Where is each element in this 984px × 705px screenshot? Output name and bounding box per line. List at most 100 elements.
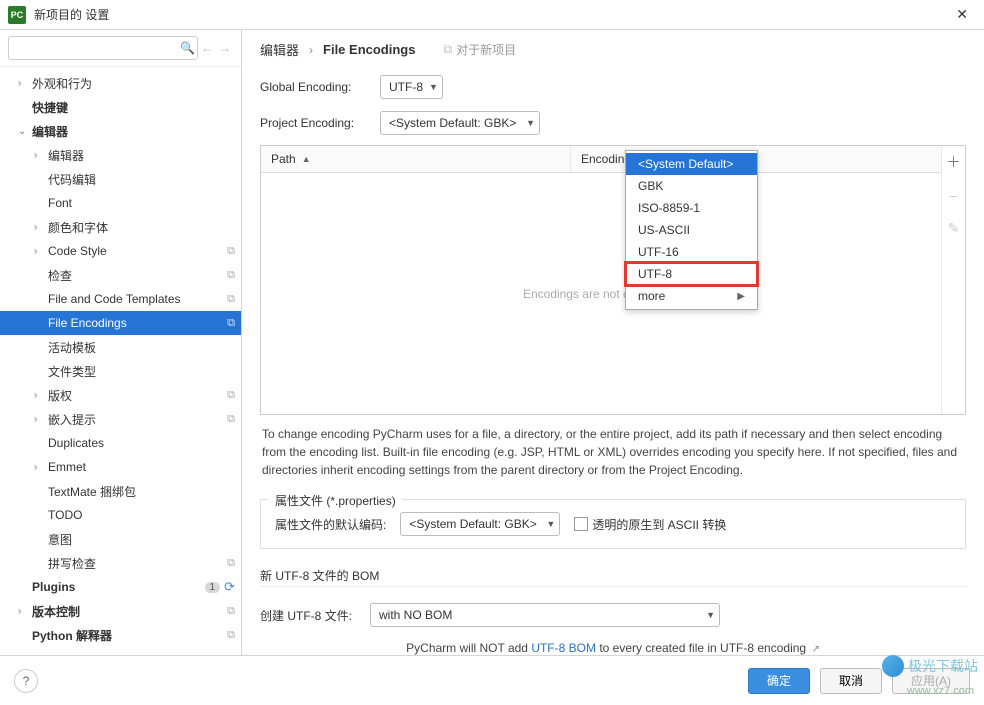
sidebar-item--[interactable]: ›颜色和字体 (0, 215, 241, 239)
properties-legend: 属性文件 (*.properties) (269, 492, 402, 509)
sidebar-item-label: 活动模板 (48, 339, 235, 356)
sidebar-item--[interactable]: ›外观和行为 (0, 71, 241, 95)
sidebar-item-font[interactable]: Font (0, 191, 241, 215)
column-path[interactable]: Path ▲ (261, 146, 571, 172)
chevron-icon: › (34, 150, 46, 161)
project-scope-icon: ⧉ (227, 269, 235, 282)
global-encoding-combo[interactable]: UTF-8 ▼ (380, 75, 443, 99)
sidebar-item-code-style[interactable]: ›Code Style⧉ (0, 239, 241, 263)
sidebar-item-python-[interactable]: Python 解释器 ⧉ (0, 623, 241, 647)
chevron-down-icon: ▼ (546, 519, 555, 529)
props-default-value: <System Default: GBK> (409, 517, 536, 531)
submenu-arrow-icon: ▶ (737, 291, 745, 302)
ok-button[interactable]: 确定 (748, 668, 810, 694)
nav-forward-icon[interactable]: → (217, 39, 233, 57)
breadcrumb-meta: 对于新项目 (456, 41, 516, 58)
project-encoding-combo[interactable]: <System Default: GBK> ▼ (380, 111, 540, 135)
sidebar-item--[interactable]: ›版权⧉ (0, 383, 241, 407)
sidebar-item--[interactable]: 检查 ⧉ (0, 263, 241, 287)
sidebar-item--[interactable]: 活动模板 (0, 335, 241, 359)
sidebar-item-label: 意图 (48, 531, 235, 548)
sidebar-item--[interactable]: 文件类型 (0, 359, 241, 383)
encoding-option-gbk[interactable]: GBK (626, 175, 757, 197)
chevron-icon: › (34, 222, 46, 233)
sidebar-item--[interactable]: ›版本控制⧉ (0, 599, 241, 623)
chevron-icon: › (34, 390, 46, 401)
close-icon[interactable]: ✕ (948, 2, 976, 27)
encoding-option-utf-8[interactable]: UTF-8 (626, 263, 757, 285)
project-scope-icon: ⧉ (227, 557, 235, 570)
sidebar-item-label: File and Code Templates (48, 292, 223, 306)
restart-icon: ⟳ (224, 579, 235, 595)
breadcrumb-current: File Encodings (323, 42, 415, 57)
chevron-icon: ⌄ (18, 126, 30, 137)
sidebar-item--[interactable]: ›编辑器 (0, 143, 241, 167)
sidebar-item-label: 嵌入提示 (48, 411, 223, 428)
chevron-icon: › (34, 414, 46, 425)
sidebar-item-file-encodings[interactable]: File Encodings ⧉ (0, 311, 241, 335)
sidebar-item-textmate-[interactable]: TextMate 捆绑包 (0, 479, 241, 503)
nav-back-icon[interactable]: ← (199, 39, 215, 57)
sidebar-item-todo[interactable]: TODO (0, 503, 241, 527)
breadcrumb: 编辑器 › File Encodings 对于新项目 (260, 40, 966, 69)
bom-section-title: 新 UTF-8 文件的 BOM (260, 567, 966, 587)
badge: 1 (205, 582, 221, 593)
sidebar-item--[interactable]: 快捷键 (0, 95, 241, 119)
encoding-option-iso-8859-1[interactable]: ISO-8859-1 (626, 197, 757, 219)
props-default-label: 属性文件的默认编码: (275, 516, 386, 533)
remove-icon[interactable]: − (949, 188, 957, 204)
sidebar-item-duplicates[interactable]: Duplicates (0, 431, 241, 455)
encoding-table: Path ▲ Encoding Encodings are not config… (260, 145, 966, 415)
ascii-checkbox-label: 透明的原生到 ASCII 转换 (592, 516, 726, 533)
sort-asc-icon: ▲ (302, 154, 311, 164)
bom-create-value: with NO BOM (379, 608, 452, 622)
sidebar-item-label: 编辑器 (32, 123, 235, 140)
sidebar-item-plugins[interactable]: Plugins1⟳ (0, 575, 241, 599)
cancel-button[interactable]: 取消 (820, 668, 882, 694)
sidebar-item--[interactable]: 意图 (0, 527, 241, 551)
sidebar-item-label: 文件类型 (48, 363, 235, 380)
edit-icon[interactable]: ✎ (948, 220, 960, 237)
project-scope-icon: ⧉ (227, 629, 235, 642)
search-input[interactable] (8, 36, 198, 60)
utf8-bom-link[interactable]: UTF-8 BOM (531, 641, 596, 655)
encoding-option-us-ascii[interactable]: US-ASCII (626, 219, 757, 241)
sidebar-item--[interactable]: ⌄编辑器 (0, 119, 241, 143)
props-default-combo[interactable]: <System Default: GBK> ▼ (400, 512, 560, 536)
sidebar-item-label: Python 解释器 (32, 627, 223, 644)
ascii-checkbox-row[interactable]: 透明的原生到 ASCII 转换 (574, 516, 726, 533)
sidebar-item--[interactable]: 代码编辑 (0, 167, 241, 191)
breadcrumb-root[interactable]: 编辑器 (260, 40, 299, 59)
sidebar-item--[interactable]: 拼写检查 ⧉ (0, 551, 241, 575)
sidebar-item-label: Font (48, 196, 235, 210)
sidebar-item-label: Plugins (32, 580, 205, 594)
chevron-down-icon: ▼ (526, 118, 535, 128)
sidebar-item-label: 拼写检查 (48, 555, 223, 572)
encoding-dropdown[interactable]: <System Default>GBKISO-8859-1US-ASCIIUTF… (625, 150, 758, 310)
project-encoding-value: <System Default: GBK> (389, 116, 516, 130)
global-encoding-value: UTF-8 (389, 80, 423, 94)
encoding-option-more[interactable]: more▶ (626, 285, 757, 307)
global-encoding-label: Global Encoding: (260, 80, 370, 94)
help-button[interactable]: ? (14, 669, 38, 693)
bom-note: PyCharm will NOT add UTF-8 BOM to every … (260, 641, 966, 655)
encoding-option-utf-16[interactable]: UTF-16 (626, 241, 757, 263)
sidebar-item-label: Emmet (48, 460, 235, 474)
chevron-down-icon: ▼ (429, 82, 438, 92)
ascii-checkbox[interactable] (574, 517, 588, 531)
project-scope-icon: ⧉ (227, 293, 235, 306)
encoding-option--system-default-[interactable]: <System Default> (626, 153, 757, 175)
sidebar-item-label: 颜色和字体 (48, 219, 235, 236)
project-scope-icon: ⧉ (227, 413, 235, 426)
add-icon[interactable]: ＋ (947, 152, 961, 172)
copy-icon (443, 42, 452, 57)
sidebar-item-file-and-code-templates[interactable]: File and Code Templates ⧉ (0, 287, 241, 311)
project-scope-icon: ⧉ (227, 317, 235, 330)
project-scope-icon: ⧉ (227, 389, 235, 402)
sidebar-item-label: File Encodings (48, 316, 223, 330)
sidebar-item--[interactable]: ›嵌入提示 ⧉ (0, 407, 241, 431)
search-icon: 🔍 (180, 41, 195, 55)
sidebar-item-emmet[interactable]: ›Emmet (0, 455, 241, 479)
sidebar-item-label: 检查 (48, 267, 223, 284)
bom-create-combo[interactable]: with NO BOM ▼ (370, 603, 720, 627)
